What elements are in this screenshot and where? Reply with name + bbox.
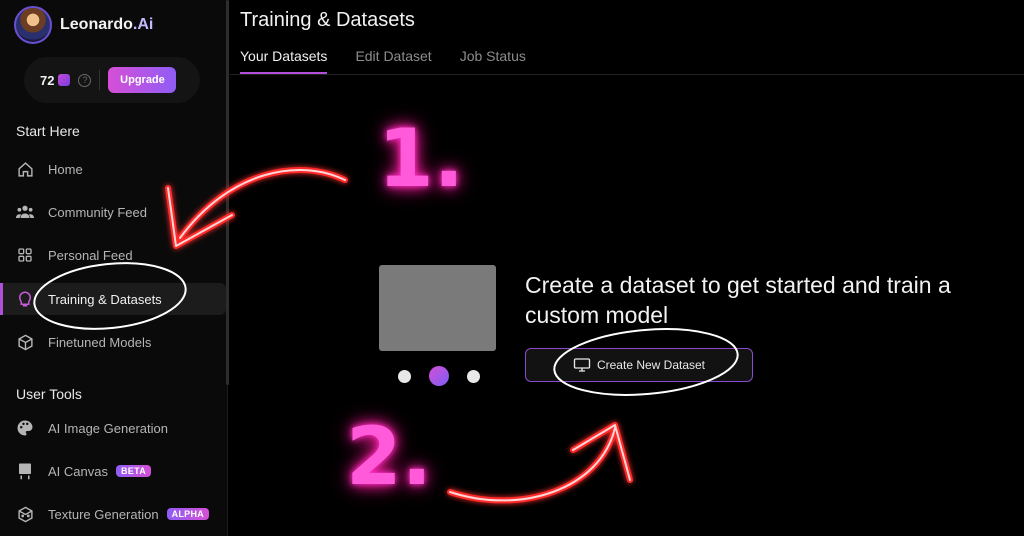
- beta-badge: BETA: [115, 465, 152, 477]
- sidebar-scrollbar[interactable]: [226, 0, 229, 385]
- grid-icon: [16, 246, 34, 264]
- sidebar-item-label: Home: [48, 161, 83, 177]
- sidebar-item-label: Texture Generation: [48, 506, 159, 522]
- annotation-arrow: [447, 422, 633, 504]
- divider: [99, 70, 101, 90]
- token-balance: 72 ? Upgrade: [24, 57, 200, 103]
- tab-bar: Your Datasets Edit Dataset Job Status: [240, 48, 526, 74]
- section-start-here: Start Here: [16, 123, 80, 139]
- carousel-dots: [398, 366, 480, 386]
- texture-icon: [16, 505, 34, 523]
- tab-your-datasets[interactable]: Your Datasets: [240, 48, 328, 74]
- brand-name-suffix: .Ai: [132, 16, 154, 33]
- annotation-step-2: 2.: [346, 410, 433, 503]
- sidebar-item-label: Personal Feed: [48, 247, 133, 263]
- sidebar-item-finetuned-models[interactable]: Finetuned Models: [0, 326, 226, 358]
- palette-icon: [16, 419, 34, 437]
- canvas-icon: [16, 462, 34, 480]
- sidebar-item-home[interactable]: Home: [0, 153, 226, 185]
- sidebar-item-label: Training & Datasets: [48, 291, 162, 307]
- carousel-dot-active[interactable]: [429, 366, 449, 386]
- brand[interactable]: Leonardo.Ai: [14, 6, 153, 44]
- tab-edit-dataset[interactable]: Edit Dataset: [355, 48, 431, 74]
- sidebar-item-ai-image-generation[interactable]: AI Image Generation: [0, 412, 226, 444]
- token-coin-icon: [58, 74, 71, 86]
- preview-image: [379, 265, 496, 351]
- community-icon: [16, 203, 34, 221]
- brand-name: Leonardo.Ai: [60, 16, 153, 34]
- sidebar-item-personal-feed[interactable]: Personal Feed: [0, 239, 226, 271]
- carousel-dot[interactable]: [398, 369, 411, 383]
- annotation-arrow: [449, 424, 631, 502]
- divider: [230, 74, 1024, 75]
- sidebar-item-ai-canvas[interactable]: AI Canvas BETA: [0, 455, 226, 487]
- sidebar: Leonardo.Ai 72 ? Upgrade Start Here Home…: [0, 0, 228, 536]
- annotation-step-1: 1.: [378, 112, 465, 205]
- sidebar-item-label: Finetuned Models: [48, 334, 152, 350]
- create-new-dataset-label: Create New Dataset: [596, 358, 706, 372]
- tab-job-status[interactable]: Job Status: [460, 48, 526, 74]
- create-new-dataset-button[interactable]: Create New Dataset: [525, 348, 753, 382]
- sidebar-item-training-datasets[interactable]: Training & Datasets: [0, 283, 226, 315]
- monitor-icon: [573, 358, 591, 372]
- sidebar-item-label: Community Feed: [48, 204, 147, 220]
- sidebar-item-texture-generation[interactable]: Texture Generation ALPHA: [0, 498, 226, 530]
- alpha-badge: ALPHA: [166, 508, 210, 520]
- page-title: Training & Datasets: [240, 9, 415, 31]
- help-icon[interactable]: ?: [78, 73, 92, 87]
- upgrade-button[interactable]: Upgrade: [108, 67, 177, 93]
- sidebar-item-label: AI Canvas: [48, 463, 108, 479]
- avatar[interactable]: [14, 6, 52, 44]
- training-icon: [16, 290, 34, 308]
- carousel-dot[interactable]: [467, 369, 480, 383]
- token-count: 72: [40, 72, 55, 88]
- sidebar-item-label: AI Image Generation: [48, 420, 168, 436]
- section-user-tools: User Tools: [16, 386, 82, 402]
- home-icon: [16, 160, 34, 178]
- brand-name-main: Leonardo: [60, 16, 133, 33]
- cube-icon: [16, 333, 34, 351]
- sidebar-item-community-feed[interactable]: Community Feed: [0, 196, 226, 228]
- empty-state-headline: Create a dataset to get started and trai…: [525, 272, 951, 328]
